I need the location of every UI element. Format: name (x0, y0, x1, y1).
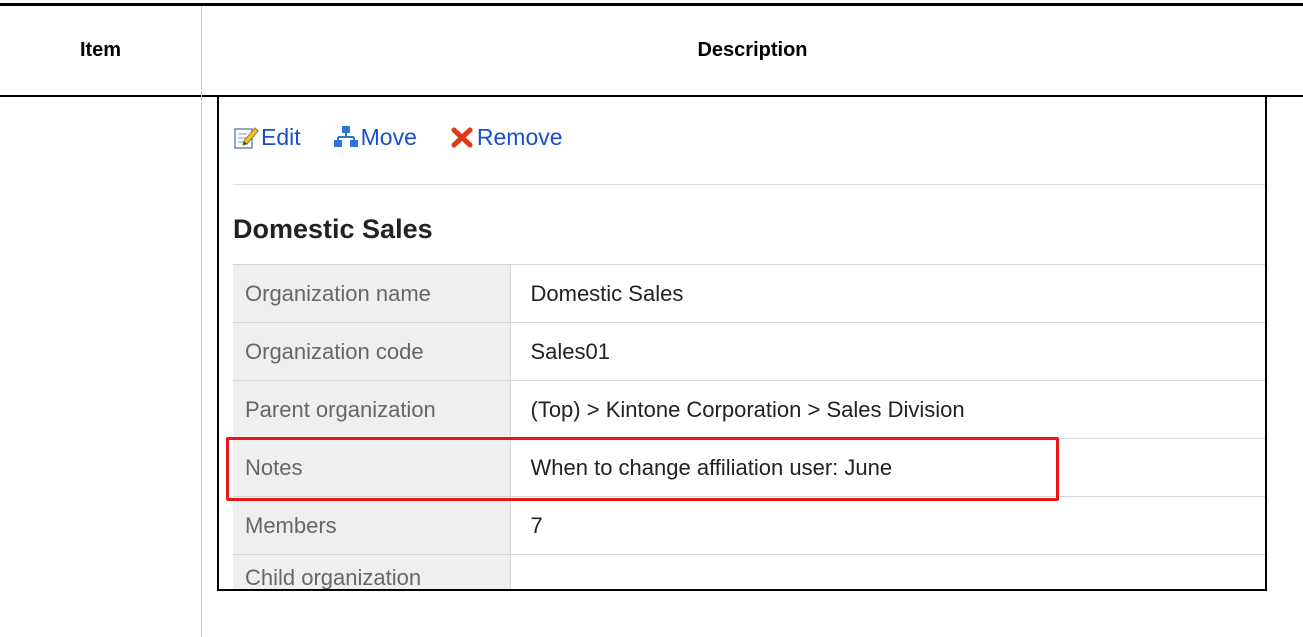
row-label: Members (233, 496, 511, 555)
row-label: Notes (233, 438, 511, 497)
row-value: When to change affiliation user: June (510, 438, 1265, 497)
organization-details-screenshot: Edit Move Remove Domestic Sales Organiza… (217, 97, 1267, 591)
row-label: Organization name (233, 264, 511, 323)
column-header-description: Description (697, 39, 808, 61)
row-label: Parent organization (233, 380, 511, 439)
org-tree-icon (333, 124, 359, 150)
table-row: Members 7 (233, 496, 1265, 555)
remove-label: Remove (476, 123, 563, 150)
toolbar: Edit Move Remove (233, 119, 595, 155)
row-value (510, 554, 1265, 589)
column-divider (201, 6, 202, 637)
table-row: Child organization (233, 554, 1265, 589)
row-value: Sales01 (510, 322, 1265, 381)
table-row: Organization name Domestic Sales (233, 264, 1265, 323)
organization-details-table: Organization name Domestic Sales Organiz… (233, 264, 1265, 589)
edit-pencil-icon (233, 124, 259, 150)
row-label: Child organization (233, 554, 511, 589)
toolbar-divider (233, 184, 1265, 185)
row-value: (Top) > Kintone Corporation > Sales Divi… (510, 380, 1265, 439)
row-value: Domestic Sales (510, 264, 1265, 323)
table-row: Parent organization (Top) > Kintone Corp… (233, 380, 1265, 439)
move-label: Move (360, 123, 417, 150)
red-x-icon (449, 124, 475, 150)
organization-title: Domestic Sales (233, 214, 433, 244)
edit-label: Edit (261, 123, 301, 150)
edit-button[interactable]: Edit (233, 124, 301, 151)
table-row-notes: Notes When to change affiliation user: J… (233, 438, 1265, 497)
column-header-item: Item (79, 39, 122, 61)
move-button[interactable]: Move (333, 124, 417, 151)
table-row: Organization code Sales01 (233, 322, 1265, 381)
row-value: 7 (510, 496, 1265, 555)
remove-button[interactable]: Remove (449, 124, 563, 151)
row-label: Organization code (233, 322, 511, 381)
